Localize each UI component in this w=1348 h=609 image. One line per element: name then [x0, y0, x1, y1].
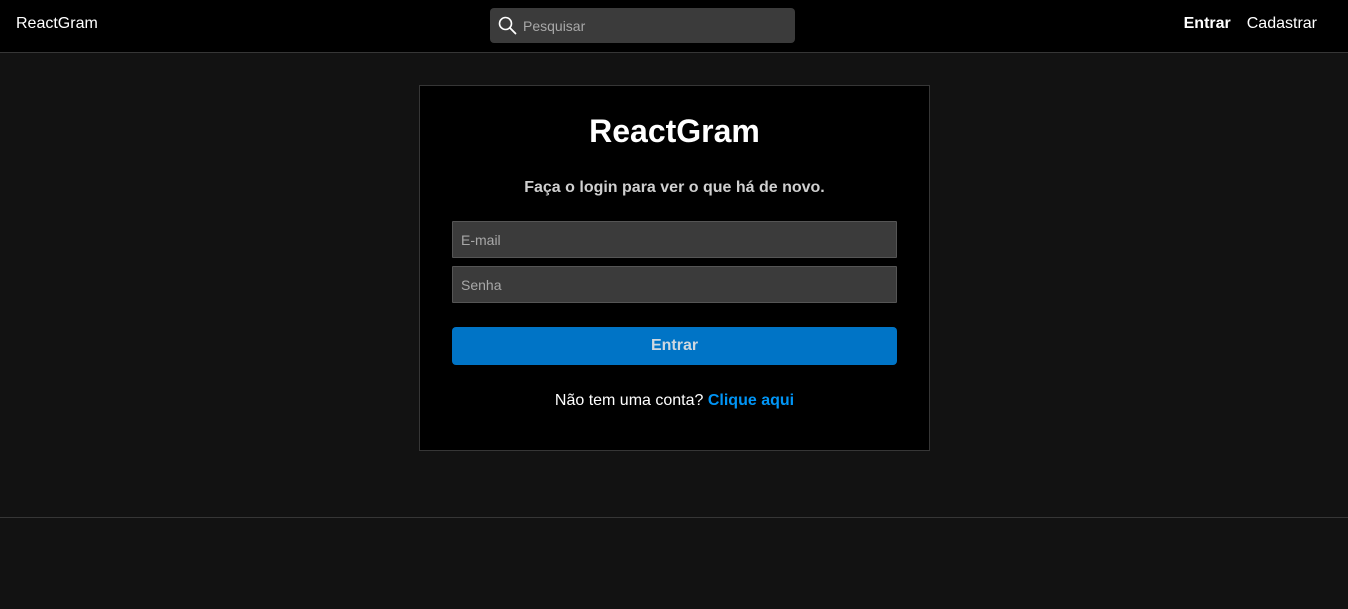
search-input[interactable]: [523, 8, 791, 43]
login-subtitle: Faça o login para ver o que há de novo.: [524, 179, 825, 196]
login-card: ReactGram Faça o login para ver o que há…: [419, 85, 930, 451]
password-field[interactable]: [452, 266, 897, 303]
navbar: ReactGram Entrar Cadastrar: [0, 0, 1348, 53]
signup-link[interactable]: Clique aqui: [708, 392, 794, 409]
search-icon: [498, 16, 517, 35]
search-box[interactable]: [490, 8, 795, 43]
signup-prompt-text: Não tem uma conta?: [554, 392, 708, 409]
login-submit-button[interactable]: Entrar: [452, 327, 897, 365]
nav-link-entrar[interactable]: Entrar: [1184, 15, 1231, 33]
email-field[interactable]: [452, 221, 897, 258]
nav-link-cadastrar[interactable]: Cadastrar: [1247, 15, 1317, 33]
nav-links: Entrar Cadastrar: [1184, 15, 1317, 33]
footer: [0, 517, 1348, 609]
signup-prompt-line: Não tem uma conta? Clique aqui: [420, 392, 929, 410]
login-title: ReactGram: [589, 113, 760, 149]
brand-logo-link[interactable]: ReactGram: [16, 15, 98, 33]
